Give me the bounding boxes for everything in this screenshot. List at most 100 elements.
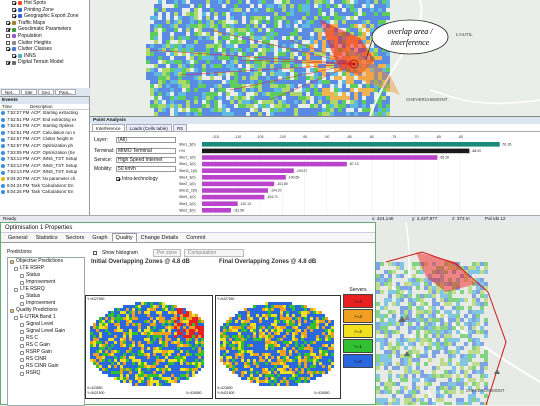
mobility-select[interactable]: 50 km/h <box>116 166 176 172</box>
event-row[interactable]: 7:53:13 PM ACP: INNS_TST: Setup <box>0 169 89 176</box>
layer-checkbox[interactable] <box>6 47 10 52</box>
predictions-tree[interactable]: Objective Predictions LTE RSRP Status Impro… <box>7 257 85 406</box>
intra-checkbox[interactable] <box>116 177 120 181</box>
dock-tab[interactable]: Site <box>20 89 37 95</box>
layer-item[interactable]: Printing Zone <box>0 7 89 14</box>
event-description: ACP: Starting extracting <box>31 110 78 115</box>
layer-checkbox[interactable] <box>12 54 16 59</box>
bar[interactable] <box>202 188 268 193</box>
layer-item[interactable]: Traffic Maps <box>0 20 89 27</box>
per-zone-button[interactable]: Per zone <box>152 249 181 257</box>
analysis-tab[interactable]: Interference <box>92 124 125 131</box>
terminal-row: Terminal: MIMO Terminal <box>94 147 176 155</box>
computation-button[interactable]: Computation <box>183 249 244 257</box>
dialog-tab[interactable]: Graph <box>88 233 111 242</box>
dock-tab[interactable]: Para... <box>55 89 77 95</box>
event-row[interactable]: 7:52:51 PM ACP: Calculation run s <box>0 130 89 137</box>
terminal-select[interactable]: MIMO Terminal <box>116 148 176 154</box>
col-description[interactable]: Description <box>30 104 53 109</box>
layer-checkbox[interactable] <box>12 1 16 6</box>
layer-item[interactable]: Clutter Classes <box>0 46 89 53</box>
layer-item[interactable]: Hot Spots <box>0 0 89 7</box>
prediction-item[interactable]: Quality Predictions <box>8 307 84 314</box>
event-row[interactable]: 7:52:51 PM ACP: Starting Optimis <box>0 123 89 130</box>
prediction-item[interactable]: RS C Gain <box>8 342 84 349</box>
legend-item: >=3 <box>343 309 373 323</box>
dialog-tab[interactable]: Sectors <box>62 233 89 242</box>
event-row[interactable]: 7:53:13 PM ACP: INNS_TST: Setup <box>0 156 89 163</box>
bar[interactable] <box>202 148 470 154</box>
bottom-map-svg[interactable]: CHEVERCHEMONT <box>376 222 540 405</box>
prediction-item[interactable]: Status <box>8 293 84 300</box>
analysis-tab[interactable]: Loads (Cells table) <box>125 124 172 131</box>
place-label: L'HUTIL <box>456 32 473 37</box>
prediction-item[interactable]: RS CINR <box>8 356 84 363</box>
map-view-top[interactable]: overlap area / interference L'HUTIL CHEV… <box>90 0 540 116</box>
layer-label: Printing Zone <box>24 6 54 13</box>
bar[interactable] <box>202 175 286 180</box>
prediction-item[interactable]: RS C <box>8 335 84 342</box>
map-view-bottom[interactable]: CHEVERCHEMONT <box>376 222 540 405</box>
event-row[interactable]: 8:04:25 PM Task 'Calculations' En <box>0 189 89 196</box>
prediction-item[interactable]: Improvement <box>8 279 84 286</box>
prediction-item[interactable]: Signal Level Gain <box>8 328 84 335</box>
layer-item[interactable]: Geoclimatic Parameters <box>0 26 89 33</box>
event-time: 7:53:13 PM <box>7 162 30 168</box>
event-row[interactable]: 7:52:27 PM ACP: Starting extracting <box>0 110 89 117</box>
event-row[interactable]: 8:04:20 PM ACP: No parameter ch <box>0 176 89 183</box>
bar-label: Site7_1(0) <box>179 156 196 160</box>
dock-tab[interactable]: Net... <box>1 89 20 95</box>
coverage-map-svg[interactable]: overlap area / interference L'HUTIL CHEV… <box>90 0 540 116</box>
bar[interactable] <box>202 194 265 200</box>
event-row[interactable]: 8:04:24 PM Task 'Calculations' En <box>0 183 89 190</box>
bar[interactable] <box>202 161 347 167</box>
layer-item[interactable]: Digital Terrain Model <box>0 59 89 66</box>
event-row[interactable]: 7:53:05 PM ACP: Optimization (Se <box>0 150 89 157</box>
prediction-item[interactable]: RSRP Gain <box>8 349 84 356</box>
layer-select[interactable]: (All) <box>116 137 176 143</box>
point-analysis-panel: Point Analysis Interference Loads (Cells … <box>90 116 540 216</box>
dialog-tab[interactable]: Commit <box>182 233 209 242</box>
bar[interactable] <box>202 155 438 160</box>
prediction-item[interactable]: Objective Predictions <box>8 258 84 265</box>
event-row[interactable]: 7:52:51 PM ACP: End extracting ex <box>0 117 89 124</box>
layer-item[interactable]: Clutter Heights <box>0 40 89 47</box>
bar[interactable] <box>202 201 238 206</box>
bar-value: -100.69 <box>288 175 300 179</box>
col-time[interactable]: Time <box>0 104 30 109</box>
layer-item[interactable]: Population <box>0 33 89 40</box>
analysis-tab[interactable]: RS <box>172 124 188 131</box>
layer-checkbox[interactable] <box>6 27 10 32</box>
prediction-item[interactable]: Improvement <box>8 300 84 307</box>
prediction-item[interactable]: E-UTRA Band 1 <box>8 314 84 321</box>
layer-item[interactable]: INNS <box>0 53 89 60</box>
layer-checkbox[interactable] <box>6 21 10 26</box>
dialog-tab[interactable]: Change Details <box>137 233 183 242</box>
layer-item[interactable]: Geographic Export Zone <box>0 13 89 20</box>
prediction-item[interactable]: RSRQ <box>8 370 84 377</box>
layer-icon <box>18 7 22 12</box>
bar[interactable] <box>202 181 275 187</box>
event-row[interactable]: 7:53:13 PM ACP: INNS_TST: Setup <box>0 163 89 170</box>
dialog-tab[interactable]: Statistics <box>32 233 62 242</box>
prediction-item[interactable]: Signal Level <box>8 321 84 328</box>
event-row[interactable]: 7:52:57 PM ACP: Optimization ph <box>0 143 89 150</box>
layer-checkbox[interactable] <box>12 7 16 12</box>
service-select[interactable]: High Speed Internet <box>116 157 176 163</box>
bar[interactable] <box>202 142 500 147</box>
bar[interactable] <box>202 208 231 213</box>
dialog-tab[interactable]: Quality <box>111 233 137 242</box>
layer-checkbox[interactable] <box>12 14 16 19</box>
bar[interactable] <box>202 168 294 173</box>
layer-checkbox[interactable] <box>6 40 10 45</box>
prediction-item[interactable]: Status <box>8 272 84 279</box>
prediction-item[interactable]: LTE RSRP <box>8 265 84 272</box>
layer-checkbox[interactable] <box>6 60 10 65</box>
prediction-item[interactable]: RS CINR Gain <box>8 363 84 370</box>
prediction-item[interactable]: LTE RSRQ <box>8 286 84 293</box>
layer-checkbox[interactable] <box>6 34 10 39</box>
event-row[interactable]: 7:52:57 PM ACP: Clutter height m <box>0 136 89 143</box>
dock-tab[interactable]: Geo <box>37 89 55 95</box>
dialog-tab[interactable]: General <box>4 233 32 242</box>
show-histogram-checkbox[interactable] <box>93 251 97 255</box>
